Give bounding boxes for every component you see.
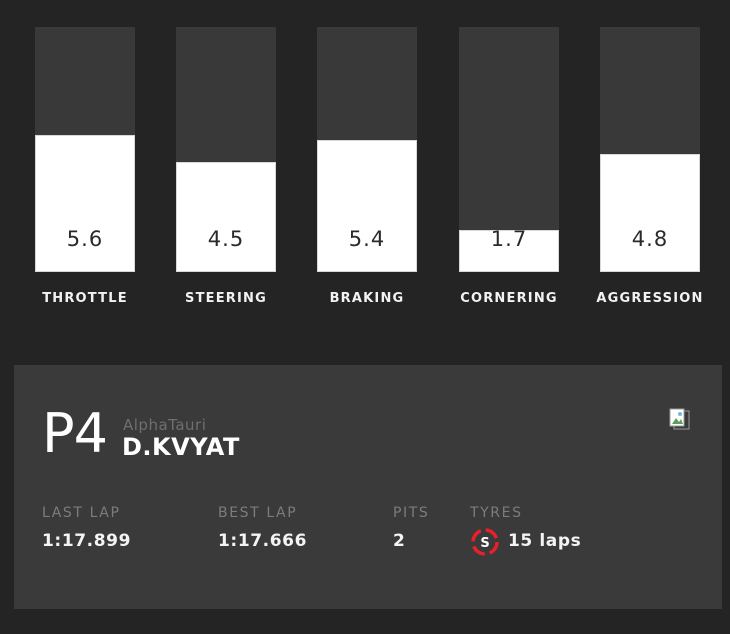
bar-aggression: 4.8 AGGRESSION	[596, 27, 702, 306]
best-lap-value: 1:17.666	[218, 531, 308, 551]
bar-fill: 5.4	[317, 140, 417, 272]
soft-tyre-icon: S	[471, 528, 499, 556]
bar-braking: 5.4 BRAKING	[317, 27, 417, 306]
bar-fill: 4.5	[176, 162, 276, 272]
driver-name: D.KVYAT	[122, 433, 240, 461]
tyres-label: TYRES	[470, 505, 523, 521]
broken-image-icon	[669, 408, 690, 430]
race-position: P4	[42, 402, 108, 465]
bar-track: 5.6	[35, 27, 135, 272]
bar-track: 5.4	[317, 27, 417, 272]
bar-label: BRAKING	[329, 291, 405, 306]
bar-value: 1.7	[490, 227, 528, 251]
bar-fill: 5.6	[35, 135, 135, 272]
last-lap-label: LAST LAP	[42, 505, 121, 521]
bar-label: THROTTLE	[42, 291, 128, 306]
bar-track: 1.7	[459, 27, 559, 272]
team-name: AlphaTauri	[123, 416, 207, 434]
bar-track: 4.8	[600, 27, 700, 272]
bar-value: 4.8	[631, 227, 669, 251]
bar-value: 5.6	[66, 227, 104, 251]
bar-track: 4.5	[176, 27, 276, 272]
bar-fill: 1.7	[459, 227, 559, 272]
tyre-compound: S	[480, 536, 489, 551]
driver-card: P4 AlphaTauri D.KVYAT LAST LAP 1:17.899 …	[14, 365, 722, 609]
bar-steering: 4.5 STEERING	[176, 27, 276, 306]
tyre-laps: 15 laps	[508, 531, 582, 551]
bar-value: 4.5	[207, 227, 245, 251]
bar-fill: 4.8	[600, 154, 700, 272]
pits-value: 2	[393, 531, 406, 551]
bar-value: 5.4	[348, 227, 386, 251]
last-lap-value: 1:17.899	[42, 531, 132, 551]
bar-label: AGGRESSION	[596, 291, 704, 306]
bar-throttle: 5.6 THROTTLE	[35, 27, 135, 306]
pits-label: PITS	[393, 505, 430, 521]
driver-style-bars: 5.6 THROTTLE 4.5 STEERING 5.4 BRAKING 1.…	[0, 0, 730, 330]
bar-cornering: 1.7 CORNERING	[459, 27, 559, 306]
bar-label: CORNERING	[460, 291, 558, 306]
bar-label: STEERING	[185, 291, 267, 306]
best-lap-label: BEST LAP	[218, 505, 298, 521]
